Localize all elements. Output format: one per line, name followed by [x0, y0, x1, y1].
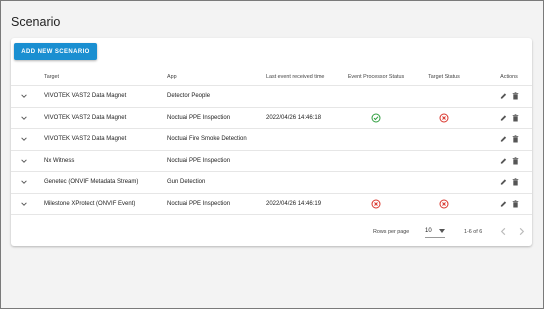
cell-actions [493, 194, 525, 215]
chevron-down-icon [21, 159, 27, 163]
expand-row-button[interactable] [19, 151, 29, 172]
table-row: VIVOTEK VAST2 Data Magnet Noctuai Fire S… [11, 129, 532, 151]
chevron-down-icon [21, 180, 27, 185]
cell-target: VIVOTEK VAST2 Data Magnet [44, 114, 127, 121]
cell-event-processor-status [345, 151, 407, 172]
rows-per-page-label: Rows per page [373, 229, 410, 235]
expand-row-button[interactable] [19, 194, 29, 215]
header-event-processor-status: Event Processor Status [347, 73, 405, 80]
expand-row-button[interactable] [19, 172, 29, 193]
header-actions: Actions [500, 73, 518, 80]
trash-icon[interactable] [512, 135, 519, 143]
cell-event-processor-status [345, 86, 407, 107]
expand-row-button[interactable] [19, 108, 29, 129]
expand-row-button[interactable] [19, 86, 29, 107]
cell-actions [493, 129, 525, 150]
chevron-down-icon [21, 116, 27, 120]
cell-target: Milestone XProtect (ONVIF Event) [44, 200, 136, 207]
cell-target-status [413, 129, 475, 150]
pencil-icon[interactable] [500, 178, 507, 186]
pencil-icon[interactable] [500, 92, 507, 100]
pencil-icon[interactable] [500, 114, 507, 122]
cell-event-processor-status [345, 172, 407, 193]
cell-last-event: 2022/04/26 14:46:18 [266, 114, 322, 121]
x-circle-icon [439, 113, 449, 123]
cell-event-processor-status [345, 108, 407, 129]
rows-per-page-select[interactable]: 10 [425, 225, 445, 238]
chevron-down-icon [21, 137, 27, 142]
table-header: Target App Last event received time Even… [11, 68, 532, 86]
x-circle-icon [439, 199, 449, 209]
cell-target: Genetec (ONVIF Metadata Stream) [44, 179, 139, 186]
page-title: Scenario [11, 15, 61, 29]
cell-event-processor-status [345, 129, 407, 150]
cell-app: Noctuai PPE Inspection [167, 114, 231, 121]
cell-app: Detector People [167, 93, 211, 100]
chevron-left-icon[interactable] [499, 227, 508, 236]
cell-app: Noctuai Fire Smoke Detection [167, 136, 247, 143]
trash-icon[interactable] [512, 157, 519, 165]
trash-icon[interactable] [512, 200, 519, 208]
cell-target-status [413, 151, 475, 172]
header-last-event: Last event received time [266, 73, 325, 80]
rows-per-page-value: 10 [425, 228, 432, 234]
add-new-scenario-button[interactable]: ADD NEW SCENARIO [14, 43, 97, 60]
header-target: Target [44, 73, 59, 80]
cell-actions [493, 172, 525, 193]
header-app: App [167, 73, 177, 80]
trash-icon[interactable] [512, 178, 519, 186]
cell-target-status [413, 108, 475, 129]
trash-icon[interactable] [512, 92, 519, 100]
expand-row-button[interactable] [19, 129, 29, 150]
cell-app: Gun Detection [167, 179, 206, 186]
trash-icon[interactable] [512, 114, 519, 122]
table-row: Milestone XProtect (ONVIF Event) Noctuai… [11, 194, 532, 215]
cell-app: Noctuai PPE Inspection [167, 157, 231, 164]
cell-target-status [413, 86, 475, 107]
page-range: 1-6 of 6 [464, 229, 483, 235]
cell-actions [493, 151, 525, 172]
cell-app: Noctuai PPE Inspection [167, 200, 231, 207]
x-circle-icon [371, 199, 381, 209]
cell-event-processor-status [345, 194, 407, 215]
table-row: VIVOTEK VAST2 Data Magnet Noctuai PPE In… [11, 108, 532, 129]
cell-target-status [413, 172, 475, 193]
chevron-down-icon [21, 94, 27, 99]
cell-target: VIVOTEK VAST2 Data Magnet [44, 93, 127, 100]
table-pagination: Rows per page 10 1-6 of 6 [11, 221, 532, 243]
caret-down-icon [439, 229, 445, 233]
chevron-down-icon [21, 202, 27, 206]
cell-target: VIVOTEK VAST2 Data Magnet [44, 136, 127, 143]
check-circle-icon [371, 113, 381, 123]
cell-target-status [413, 194, 475, 215]
pencil-icon[interactable] [500, 200, 507, 208]
cell-actions [493, 86, 525, 107]
chevron-right-icon[interactable] [517, 227, 526, 236]
cell-target: Nx Witness [44, 157, 75, 164]
cell-actions [493, 108, 525, 129]
table-row: VIVOTEK VAST2 Data Magnet Detector Peopl… [11, 86, 532, 108]
pencil-icon[interactable] [500, 157, 507, 165]
header-target-status: Target Status [428, 73, 460, 80]
pencil-icon[interactable] [500, 135, 507, 143]
cell-last-event: 2022/04/26 14:46:19 [266, 200, 322, 207]
table-row: Genetec (ONVIF Metadata Stream) Gun Dete… [11, 172, 532, 194]
scenario-table-card: ADD NEW SCENARIO Target App Last event r… [11, 38, 532, 246]
table-row: Nx Witness Noctuai PPE Inspection [11, 151, 532, 172]
